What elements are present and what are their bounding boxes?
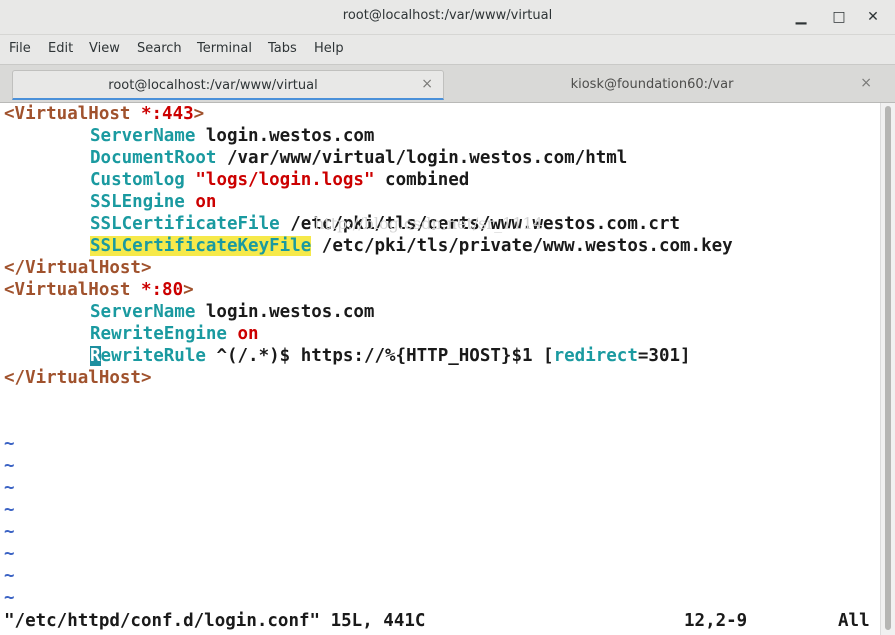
menu-view[interactable]: View: [89, 41, 120, 56]
menu-file[interactable]: File: [9, 41, 31, 56]
empty-line-tilde: ~: [4, 544, 15, 564]
vim-status-file: "/etc/httpd/conf.d/login.conf" 15L, 441C: [4, 611, 426, 631]
editor-line: </VirtualHost>: [4, 368, 152, 388]
editor-line: </VirtualHost>: [4, 258, 152, 278]
empty-line-tilde: ~: [4, 588, 15, 608]
menu-bar: File Edit View Search Terminal Tabs Help: [0, 35, 895, 64]
terminal-area[interactable]: <VirtualHost *:443> ServerName login.wes…: [0, 103, 880, 635]
editor-line: <VirtualHost *:80>: [4, 280, 194, 300]
empty-line-tilde: ~: [4, 434, 15, 454]
menu-help[interactable]: Help: [314, 41, 344, 56]
maximize-icon[interactable]: □: [828, 6, 850, 28]
close-icon[interactable]: ✕: [862, 6, 884, 28]
tab-label: kiosk@foundation60:/var: [570, 77, 734, 92]
empty-line-tilde: ~: [4, 522, 15, 542]
watermark: http://blog.csdn.net/sr_1114: [314, 214, 543, 233]
vertical-scrollbar[interactable]: [880, 103, 895, 635]
tab-close-icon[interactable]: ×: [421, 76, 433, 92]
text-cursor: R: [90, 346, 101, 366]
editor-line: ServerName login.westos.com: [90, 126, 375, 146]
window-title: root@localhost:/var/www/virtual: [342, 8, 553, 23]
editor-line: SSLCertificateKeyFile /etc/pki/tls/priva…: [90, 236, 733, 256]
title-bar: root@localhost:/var/www/virtual ▁ □ ✕: [0, 0, 895, 35]
editor-line: RewriteEngine on: [90, 324, 259, 344]
tab-bar: root@localhost:/var/www/virtual × kiosk@…: [0, 64, 895, 103]
minimize-icon[interactable]: ▁: [790, 6, 812, 28]
tab-label: root@localhost:/var/www/virtual: [108, 78, 318, 93]
menu-terminal[interactable]: Terminal: [197, 41, 252, 56]
empty-line-tilde: ~: [4, 456, 15, 476]
empty-line-tilde: ~: [4, 478, 15, 498]
tab-root-localhost[interactable]: root@localhost:/var/www/virtual ×: [12, 70, 444, 100]
scrollbar-thumb[interactable]: [885, 106, 891, 630]
editor-line: RewriteRule ^(/.*)$ https://%{HTTP_HOST}…: [90, 346, 691, 366]
menu-tabs[interactable]: Tabs: [268, 41, 297, 56]
empty-line-tilde: ~: [4, 566, 15, 586]
menu-search[interactable]: Search: [137, 41, 182, 56]
vim-view-indicator: All: [838, 611, 870, 631]
editor-line: <VirtualHost *:443>: [4, 104, 205, 124]
empty-line-tilde: ~: [4, 500, 15, 520]
editor-line: SSLEngine on: [90, 192, 217, 212]
tab-close-icon[interactable]: ×: [860, 75, 872, 91]
vim-cursor-position: 12,2-9: [684, 611, 748, 631]
editor-line: DocumentRoot /var/www/virtual/login.west…: [90, 148, 628, 168]
editor-line: ServerName login.westos.com: [90, 302, 375, 322]
menu-edit[interactable]: Edit: [48, 41, 73, 56]
tab-kiosk-foundation[interactable]: kiosk@foundation60:/var ×: [452, 70, 882, 100]
editor-line: Customlog "logs/login.logs" combined: [90, 170, 470, 190]
search-highlight: SSLCertificateKeyFile: [90, 236, 312, 256]
